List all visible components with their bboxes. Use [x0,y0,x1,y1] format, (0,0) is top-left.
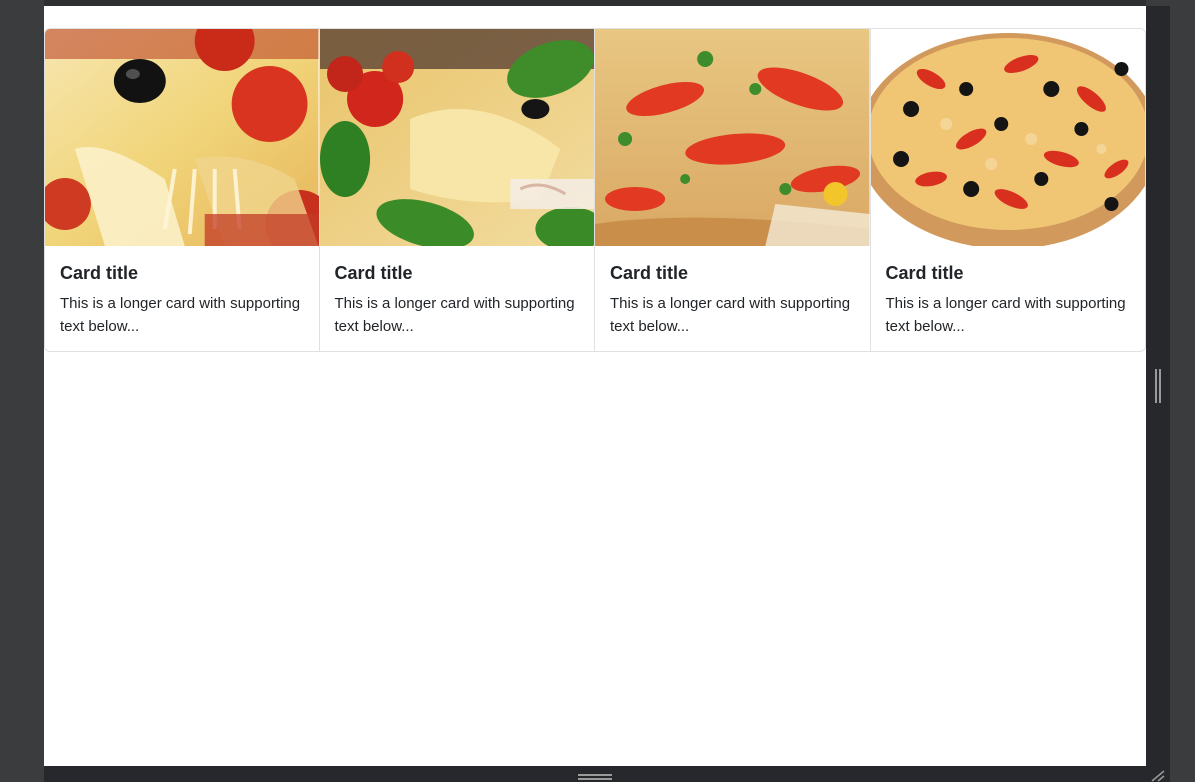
card-2: Card title This is a longer card with su… [318,28,595,352]
pizza-slice-cheese-pull-image [45,29,319,246]
card-text: This is a longer card with supporting te… [60,295,301,335]
card-body: Card title This is a longer card with su… [45,246,319,338]
card-title: Card title [334,263,413,283]
card-title: Card title [60,263,139,283]
viewport-height-resize-handle[interactable] [44,766,1170,782]
card-3: Card title This is a longer card with su… [594,28,871,352]
card-1: Card title This is a longer card with su… [44,28,320,352]
card-title: Card title [610,263,689,283]
card-group: Card title This is a longer card with su… [44,28,1146,352]
pizza-peppers-closeup-image [595,29,870,246]
card-text: This is a longer card with supporting te… [334,295,575,335]
card-title: Card title [885,263,964,283]
page-viewport: Card title This is a longer card with su… [44,6,1146,766]
card-text: This is a longer card with supporting te… [885,295,1126,335]
card-body: Card title This is a longer card with su… [320,246,595,338]
viewport-width-resize-handle[interactable] [1146,6,1170,766]
corner-resize-icon[interactable] [1150,768,1166,782]
devtools-responsive-frame: Card title This is a longer card with su… [0,0,1195,782]
pizza-slice-basil-image [319,29,594,246]
horizontal-grip-icon [578,774,612,782]
whole-pizza-olives-image [870,29,1145,246]
card-4: Card title This is a longer card with su… [869,28,1146,352]
card-body: Card title This is a longer card with su… [595,246,870,338]
vertical-grip-icon [1155,369,1161,403]
card-body: Card title This is a longer card with su… [871,246,1146,338]
card-text: This is a longer card with supporting te… [610,295,851,335]
